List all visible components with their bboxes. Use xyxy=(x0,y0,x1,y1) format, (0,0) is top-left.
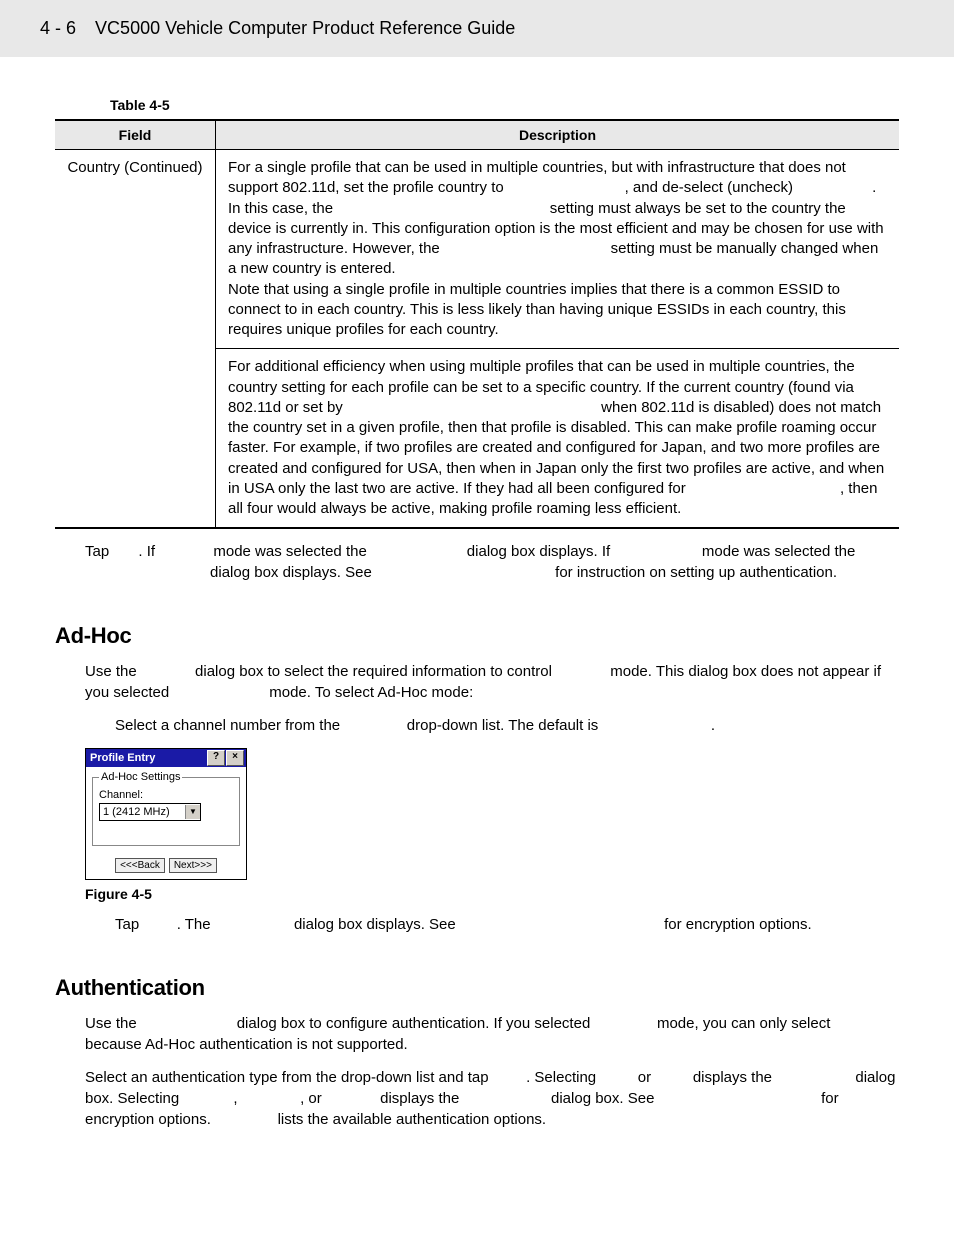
cell-desc-1: For a single profile that can be used in… xyxy=(216,150,900,349)
page-content: Table 4-5 Field Description Country (Con… xyxy=(0,57,954,1182)
section-auth-heading: Authentication xyxy=(55,975,899,1001)
adhoc-step: Select a channel number from the drop-do… xyxy=(115,715,899,736)
profile-entry-dialog: Profile Entry ? × Ad-Hoc Settings Channe… xyxy=(85,748,247,880)
table-row: Country (Continued) For a single profile… xyxy=(55,150,899,349)
auth-p1: Use the dialog box to configure authenti… xyxy=(85,1013,899,1055)
dialog-body: Ad-Hoc Settings Channel: 1 (2412 MHz) ▼ xyxy=(86,767,246,852)
table-caption: Table 4-5 xyxy=(55,97,899,113)
channel-label: Channel: xyxy=(99,789,233,801)
dialog-titlebar: Profile Entry ? × xyxy=(86,749,246,767)
country-table: Field Description Country (Continued) Fo… xyxy=(55,119,899,529)
dialog-title: Profile Entry xyxy=(88,752,206,764)
page-number: 4 - 6 xyxy=(40,18,76,38)
adhoc-intro: Use the dialog box to select the require… xyxy=(85,661,899,703)
channel-dropdown[interactable]: 1 (2412 MHz) ▼ xyxy=(99,803,201,821)
auth-p2: Select an authentication type from the d… xyxy=(85,1067,899,1130)
help-button[interactable]: ? xyxy=(207,750,225,766)
group-legend: Ad-Hoc Settings xyxy=(99,771,182,783)
th-field: Field xyxy=(55,120,216,150)
section-adhoc-heading: Ad-Hoc xyxy=(55,623,899,649)
th-description: Description xyxy=(216,120,900,150)
cell-field: Country (Continued) xyxy=(55,150,216,529)
figure-caption: Figure 4-5 xyxy=(85,886,899,902)
next-button[interactable]: Next>>> xyxy=(169,858,217,873)
adhoc-after-fig: Tap . The dialog box displays. See for e… xyxy=(115,914,899,935)
page-header: 4 - 6 VC5000 Vehicle Computer Product Re… xyxy=(0,0,954,57)
table-header-row: Field Description xyxy=(55,120,899,150)
paragraph-after-table: Tap . If mode was selected the dialog bo… xyxy=(85,541,899,583)
channel-value: 1 (2412 MHz) xyxy=(100,806,185,818)
dialog-buttons: <<<Back Next>>> xyxy=(86,852,246,879)
close-button[interactable]: × xyxy=(226,750,244,766)
chevron-down-icon: ▼ xyxy=(185,805,200,819)
back-button[interactable]: <<<Back xyxy=(115,858,165,873)
guide-title: VC5000 Vehicle Computer Product Referenc… xyxy=(95,18,515,38)
cell-desc-2: For additional efficiency when using mul… xyxy=(216,349,900,529)
adhoc-settings-group: Ad-Hoc Settings Channel: 1 (2412 MHz) ▼ xyxy=(92,771,240,846)
